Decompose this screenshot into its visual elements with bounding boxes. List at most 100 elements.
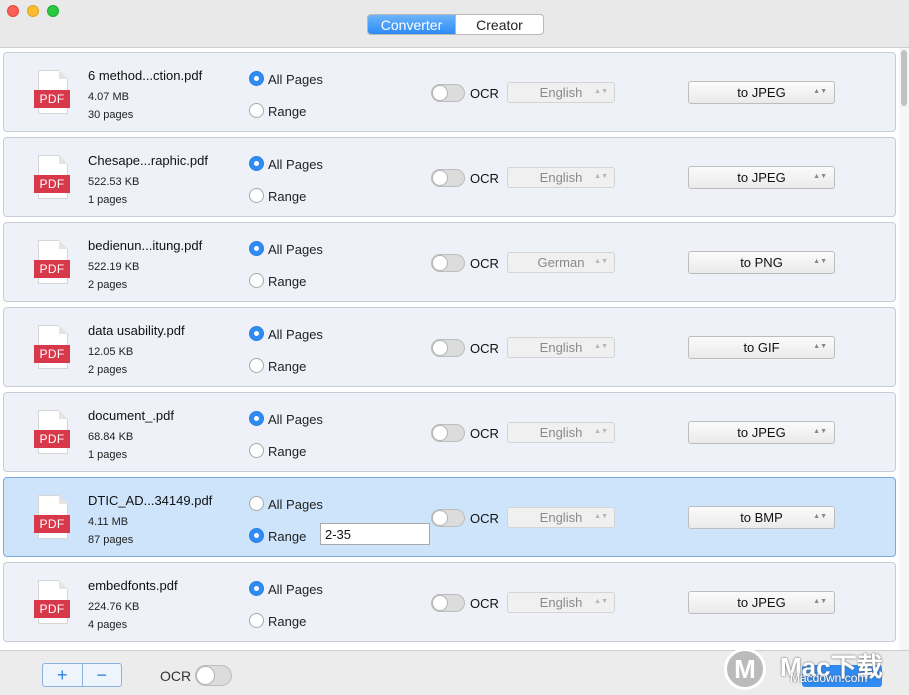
ocr-toggle[interactable]: [431, 424, 465, 442]
ocr-toggle[interactable]: [431, 169, 465, 187]
chevron-updown-icon: ▲▼: [594, 258, 608, 265]
file-row[interactable]: PDF bedienun...itung.pdf 522.19 KB 2 pag…: [3, 222, 896, 302]
chevron-updown-icon: ▲▼: [813, 258, 827, 265]
output-format-value: to GIF: [743, 340, 780, 355]
range-radio[interactable]: [249, 103, 264, 118]
title-bar: Converter Creator: [0, 0, 909, 48]
range-label: Range: [268, 274, 307, 289]
range-radio[interactable]: [249, 528, 264, 543]
language-select[interactable]: German ▲▼: [507, 252, 615, 273]
chevron-updown-icon: ▲▼: [594, 428, 608, 435]
tab-converter[interactable]: Converter: [368, 15, 455, 34]
watermark-logo-icon: M: [724, 648, 766, 690]
output-format-select[interactable]: to JPEG ▲▼: [688, 591, 835, 614]
output-format-value: to JPEG: [737, 425, 786, 440]
page-range-input[interactable]: [320, 523, 430, 545]
file-name: Chesape...raphic.pdf: [88, 153, 208, 168]
chevron-updown-icon: ▲▼: [594, 173, 608, 180]
pdf-badge: PDF: [34, 90, 70, 108]
all-pages-radio[interactable]: [249, 156, 264, 171]
ocr-toggle[interactable]: [431, 594, 465, 612]
toggle-knob: [432, 85, 448, 101]
file-size: 12.05 KB: [88, 346, 134, 358]
ocr-label: OCR: [470, 171, 499, 186]
range-radio[interactable]: [249, 613, 264, 628]
ocr-label: OCR: [470, 596, 499, 611]
file-row[interactable]: PDF Chesape...raphic.pdf 522.53 KB 1 pag…: [3, 137, 896, 217]
language-select[interactable]: English ▲▼: [507, 337, 615, 358]
remove-file-button[interactable]: −: [81, 664, 122, 686]
toggle-knob: [432, 595, 448, 611]
chevron-updown-icon: ▲▼: [813, 513, 827, 520]
scrollbar-thumb[interactable]: [901, 50, 907, 106]
language-select[interactable]: English ▲▼: [507, 422, 615, 443]
chevron-updown-icon: ▲▼: [594, 343, 608, 350]
output-format-value: to BMP: [740, 510, 783, 525]
file-name: data usability.pdf: [88, 323, 185, 338]
range-radio[interactable]: [249, 273, 264, 288]
file-row[interactable]: PDF embedfonts.pdf 224.76 KB 4 pages All…: [3, 562, 896, 642]
pdf-file-icon: PDF: [34, 410, 72, 456]
language-select[interactable]: English ▲▼: [507, 167, 615, 188]
language-value: English: [539, 85, 583, 100]
output-format-select[interactable]: to JPEG ▲▼: [688, 421, 835, 444]
chevron-updown-icon: ▲▼: [594, 513, 608, 520]
output-format-select[interactable]: to JPEG ▲▼: [688, 166, 835, 189]
all-pages-radio[interactable]: [249, 326, 264, 341]
range-radio[interactable]: [249, 188, 264, 203]
file-row[interactable]: PDF data usability.pdf 12.05 KB 2 pages …: [3, 307, 896, 387]
ocr-toggle[interactable]: [431, 509, 465, 527]
all-pages-label: All Pages: [268, 497, 323, 512]
language-select[interactable]: English ▲▼: [507, 82, 615, 103]
all-pages-radio[interactable]: [249, 581, 264, 596]
watermark-url: Macdown.com: [790, 671, 868, 685]
pdf-badge: PDF: [34, 345, 70, 363]
minimize-window-button[interactable]: [27, 5, 39, 17]
output-format-select[interactable]: to PNG ▲▼: [688, 251, 835, 274]
all-pages-radio[interactable]: [249, 496, 264, 511]
file-row[interactable]: PDF 6 method...ction.pdf 4.07 MB 30 page…: [3, 52, 896, 132]
ocr-toggle[interactable]: [431, 254, 465, 272]
all-pages-label: All Pages: [268, 327, 323, 342]
file-name: 6 method...ction.pdf: [88, 68, 203, 83]
file-list: PDF 6 method...ction.pdf 4.07 MB 30 page…: [0, 48, 909, 650]
chevron-updown-icon: ▲▼: [813, 428, 827, 435]
file-page-count: 1 pages: [88, 194, 128, 206]
zoom-window-button[interactable]: [47, 5, 59, 17]
all-pages-label: All Pages: [268, 582, 323, 597]
tab-creator[interactable]: Creator: [455, 15, 543, 34]
global-ocr-toggle[interactable]: [195, 665, 232, 686]
chevron-updown-icon: ▲▼: [813, 343, 827, 350]
scrollbar[interactable]: [899, 48, 909, 650]
range-radio[interactable]: [249, 358, 264, 373]
language-select[interactable]: English ▲▼: [507, 592, 615, 613]
ocr-toggle[interactable]: [431, 339, 465, 357]
file-row[interactable]: PDF DTIC_AD...34149.pdf 4.11 MB 87 pages…: [3, 477, 896, 557]
output-format-value: to JPEG: [737, 170, 786, 185]
add-file-button[interactable]: +: [43, 664, 82, 686]
all-pages-radio[interactable]: [249, 71, 264, 86]
range-radio[interactable]: [249, 443, 264, 458]
pdf-file-icon: PDF: [34, 495, 72, 541]
toggle-knob: [196, 666, 215, 685]
language-value: English: [539, 170, 583, 185]
output-format-select[interactable]: to GIF ▲▼: [688, 336, 835, 359]
all-pages-radio[interactable]: [249, 411, 264, 426]
all-pages-label: All Pages: [268, 72, 323, 87]
ocr-toggle[interactable]: [431, 84, 465, 102]
pdf-file-icon: PDF: [34, 325, 72, 371]
ocr-label: OCR: [470, 256, 499, 271]
language-select[interactable]: English ▲▼: [507, 507, 615, 528]
mode-segmented-control: Converter Creator: [367, 14, 544, 35]
file-row[interactable]: PDF document_.pdf 68.84 KB 1 pages All P…: [3, 392, 896, 472]
range-label: Range: [268, 104, 307, 119]
range-label: Range: [268, 529, 307, 544]
close-window-button[interactable]: [7, 5, 19, 17]
all-pages-radio[interactable]: [249, 241, 264, 256]
pdf-file-icon: PDF: [34, 580, 72, 626]
ocr-label: OCR: [470, 511, 499, 526]
output-format-select[interactable]: to JPEG ▲▼: [688, 81, 835, 104]
toggle-knob: [432, 510, 448, 526]
language-value: German: [537, 255, 585, 270]
output-format-select[interactable]: to BMP ▲▼: [688, 506, 835, 529]
